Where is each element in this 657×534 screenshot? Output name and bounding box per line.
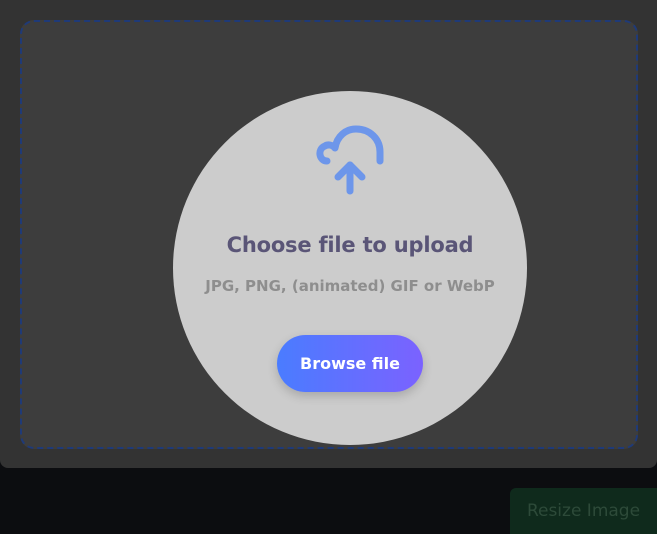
upload-circle[interactable]: Choose file to upload JPG, PNG, (animate… (173, 91, 527, 445)
resize-image-button[interactable]: Resize Image (510, 488, 657, 534)
page: Choose file to upload JPG, PNG, (animate… (0, 0, 657, 534)
browse-file-button[interactable]: Browse file (277, 335, 423, 392)
supported-formats: JPG, PNG, (animated) GIF or WebP (205, 277, 495, 295)
cloud-upload-icon (314, 123, 386, 195)
upload-panel: Choose file to upload JPG, PNG, (animate… (0, 0, 657, 468)
drop-zone[interactable]: Choose file to upload JPG, PNG, (animate… (20, 20, 638, 449)
upload-title: Choose file to upload (226, 233, 474, 257)
